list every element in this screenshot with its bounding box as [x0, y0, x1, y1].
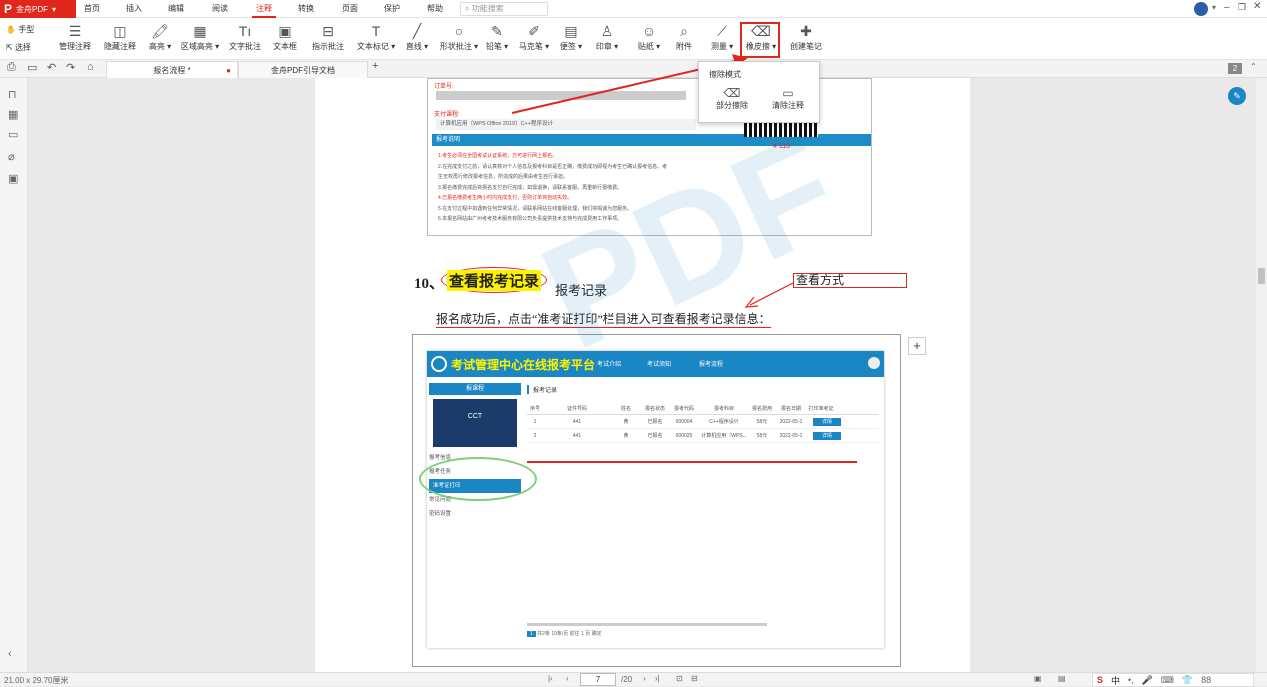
fit-width-icon[interactable]: ⊟ — [691, 674, 698, 683]
ime-logo-icon[interactable]: S — [1097, 675, 1103, 685]
partial-erase-label: 部分擦除 — [716, 101, 748, 110]
ime-skin-icon[interactable]: 👕 — [1182, 675, 1193, 686]
last-page-icon[interactable]: ›| — [655, 674, 660, 683]
partial-erase-option[interactable]: ⌫ 部分擦除 — [715, 86, 749, 111]
page-number-input[interactable]: 7 — [580, 673, 616, 686]
eraser-icon: ⌫ — [723, 86, 741, 100]
clear-annotations-label: 清除注释 — [772, 101, 804, 110]
eraser-dropdown: 擦除模式 ⌫ 部分擦除 ▭ 清除注释 — [698, 61, 820, 123]
eraser-mode-title: 擦除模式 — [709, 70, 741, 79]
status-bar: 21.00 x 29.70厘米 |‹ ‹ 7 /20 › ›| ⊡ ⊟ ▣ ▤ … — [0, 672, 1267, 687]
watermark: PDF — [518, 102, 861, 381]
ime-chinese-mode[interactable]: 中 — [1111, 674, 1120, 687]
ime-keyboard-icon[interactable]: ⌨ — [1161, 675, 1174, 686]
single-page-view-icon[interactable]: ▣ — [1034, 674, 1042, 683]
vertical-scrollbar[interactable] — [1256, 78, 1267, 672]
continuous-view-icon[interactable]: ▤ — [1058, 674, 1066, 683]
prev-page-icon[interactable]: ‹ — [566, 674, 569, 683]
ime-voice-icon[interactable]: 🎤 — [1142, 675, 1153, 686]
first-page-icon[interactable]: |‹ — [548, 674, 553, 683]
page-dimensions: 21.00 x 29.70厘米 — [4, 676, 69, 685]
ime-toolbar: S 中 •, 🎤 ⌨ 👕 88 — [1092, 673, 1254, 687]
right-panel: ✎ — [1222, 78, 1267, 672]
ai-assistant-icon[interactable]: ✎ — [1228, 87, 1246, 105]
ime-apps-icon[interactable]: 88 — [1201, 675, 1211, 685]
page-total: /20 — [621, 675, 633, 684]
next-page-icon[interactable]: › — [643, 674, 646, 683]
clear-annotations-icon: ▭ — [782, 86, 794, 100]
clear-annotations-option[interactable]: ▭ 清除注释 — [771, 86, 805, 111]
ime-punct-icon[interactable]: •, — [1128, 675, 1134, 685]
scroll-thumb[interactable] — [1258, 268, 1265, 284]
fit-page-icon[interactable]: ⊡ — [676, 674, 683, 683]
annotation-overlay: PDF — [511, 54, 861, 381]
